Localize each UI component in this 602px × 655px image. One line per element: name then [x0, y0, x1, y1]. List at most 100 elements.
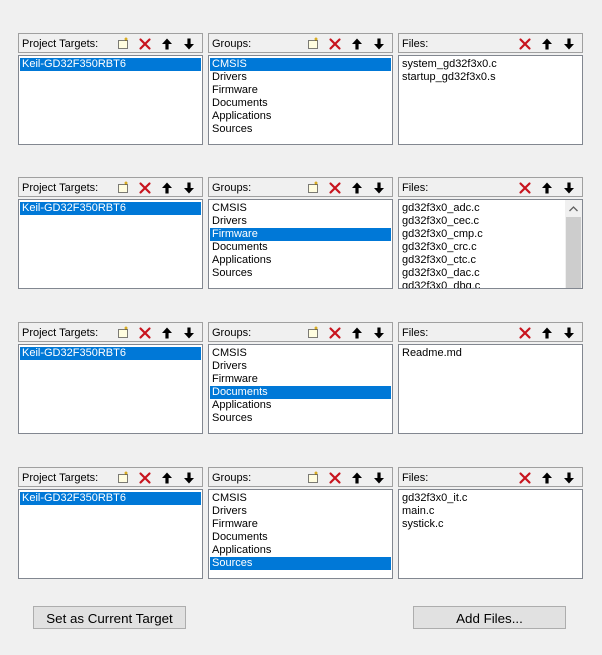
file-item[interactable]: gd32f3x0_dbg.c — [400, 280, 565, 288]
move-up-button[interactable] — [347, 35, 367, 52]
move-down-button[interactable] — [369, 35, 389, 52]
move-down-button[interactable] — [559, 469, 579, 486]
move-up-button[interactable] — [347, 179, 367, 196]
files-listbox[interactable]: Readme.md — [398, 344, 583, 434]
group-item[interactable]: Applications — [210, 544, 391, 557]
move-down-button[interactable] — [179, 179, 199, 196]
files-listbox[interactable]: system_gd32f3x0.c startup_gd32f3x0.s — [398, 55, 583, 145]
delete-button[interactable] — [515, 35, 535, 52]
groups-listbox[interactable]: CMSIS Drivers Firmware Documents Application… — [208, 344, 393, 434]
move-down-button[interactable] — [179, 324, 199, 341]
move-up-button[interactable] — [347, 469, 367, 486]
group-item[interactable]: Drivers — [210, 215, 391, 228]
move-down-button[interactable] — [559, 324, 579, 341]
group-item[interactable]: Firmware — [210, 228, 391, 241]
new-item-button[interactable] — [303, 179, 323, 196]
target-item[interactable]: Keil-GD32F350RBT6 — [20, 58, 201, 71]
targets-listbox[interactable]: Keil-GD32F350RBT6 — [18, 344, 203, 434]
new-item-button[interactable] — [113, 179, 133, 196]
groups-listbox[interactable]: CMSIS Drivers Firmware Documents Application… — [208, 199, 393, 289]
move-down-button[interactable] — [179, 469, 199, 486]
groups-listbox[interactable]: CMSIS Drivers Firmware Documents Application… — [208, 55, 393, 145]
delete-button[interactable] — [325, 35, 345, 52]
files-listbox[interactable]: gd32f3x0_adc.c gd32f3x0_cec.c gd32f3x0_cmp… — [398, 199, 583, 289]
targets-listbox[interactable]: Keil-GD32F350RBT6 — [18, 489, 203, 579]
target-item[interactable]: Keil-GD32F350RBT6 — [20, 492, 201, 505]
group-item[interactable]: Applications — [210, 110, 391, 123]
group-item[interactable]: Sources — [210, 412, 391, 425]
delete-button[interactable] — [325, 324, 345, 341]
group-item[interactable]: Documents — [210, 97, 391, 110]
new-item-button[interactable] — [303, 324, 323, 341]
delete-button[interactable] — [515, 179, 535, 196]
move-up-button[interactable] — [157, 324, 177, 341]
delete-button[interactable] — [135, 324, 155, 341]
file-item[interactable]: gd32f3x0_dac.c — [400, 267, 565, 280]
group-item[interactable]: Applications — [210, 399, 391, 412]
targets-listbox[interactable]: Keil-GD32F350RBT6 — [18, 199, 203, 289]
move-up-button[interactable] — [537, 35, 557, 52]
move-up-button[interactable] — [157, 469, 177, 486]
group-item[interactable]: Sources — [210, 267, 391, 280]
file-item[interactable]: startup_gd32f3x0.s — [400, 71, 581, 84]
group-item[interactable]: Sources — [210, 557, 391, 570]
files-listbox[interactable]: gd32f3x0_it.c main.c systick.c — [398, 489, 583, 579]
delete-button[interactable] — [135, 469, 155, 486]
delete-button[interactable] — [325, 469, 345, 486]
new-item-button[interactable] — [113, 324, 133, 341]
group-item[interactable]: CMSIS — [210, 492, 391, 505]
delete-button[interactable] — [135, 35, 155, 52]
group-item[interactable]: CMSIS — [210, 347, 391, 360]
file-item[interactable]: gd32f3x0_crc.c — [400, 241, 565, 254]
delete-button[interactable] — [515, 324, 535, 341]
files-scrollbar[interactable] — [565, 200, 582, 288]
file-item[interactable]: system_gd32f3x0.c — [400, 58, 581, 71]
group-item[interactable]: CMSIS — [210, 58, 391, 71]
new-item-button[interactable] — [113, 35, 133, 52]
move-down-button[interactable] — [559, 179, 579, 196]
scroll-up-arrow-icon[interactable] — [565, 200, 582, 217]
add-files-button[interactable]: Add Files... — [413, 606, 566, 629]
target-item[interactable]: Keil-GD32F350RBT6 — [20, 202, 201, 215]
group-item[interactable]: Documents — [210, 386, 391, 399]
new-item-button[interactable] — [303, 35, 323, 52]
move-up-button[interactable] — [537, 469, 557, 486]
file-item[interactable]: gd32f3x0_it.c — [400, 492, 581, 505]
move-up-button[interactable] — [157, 179, 177, 196]
set-current-target-button[interactable]: Set as Current Target — [33, 606, 186, 629]
move-up-button[interactable] — [537, 179, 557, 196]
move-down-button[interactable] — [369, 324, 389, 341]
target-item[interactable]: Keil-GD32F350RBT6 — [20, 347, 201, 360]
move-down-button[interactable] — [559, 35, 579, 52]
file-item[interactable]: main.c — [400, 505, 581, 518]
new-item-button[interactable] — [113, 469, 133, 486]
group-item[interactable]: Documents — [210, 531, 391, 544]
group-item[interactable]: Documents — [210, 241, 391, 254]
move-down-button[interactable] — [369, 469, 389, 486]
group-item[interactable]: Applications — [210, 254, 391, 267]
file-item[interactable]: gd32f3x0_adc.c — [400, 202, 565, 215]
group-item[interactable]: Sources — [210, 123, 391, 136]
move-down-button[interactable] — [179, 35, 199, 52]
delete-button[interactable] — [515, 469, 535, 486]
move-up-button[interactable] — [157, 35, 177, 52]
file-item[interactable]: gd32f3x0_cmp.c — [400, 228, 565, 241]
new-item-button[interactable] — [303, 469, 323, 486]
group-item[interactable]: Firmware — [210, 84, 391, 97]
group-item[interactable]: CMSIS — [210, 202, 391, 215]
targets-listbox[interactable]: Keil-GD32F350RBT6 — [18, 55, 203, 145]
group-item[interactable]: Drivers — [210, 505, 391, 518]
move-down-button[interactable] — [369, 179, 389, 196]
move-up-button[interactable] — [347, 324, 367, 341]
scrollbar-thumb[interactable] — [566, 217, 581, 288]
file-item[interactable]: Readme.md — [400, 347, 581, 360]
group-item[interactable]: Drivers — [210, 71, 391, 84]
delete-button[interactable] — [325, 179, 345, 196]
groups-listbox[interactable]: CMSIS Drivers Firmware Documents Application… — [208, 489, 393, 579]
move-up-button[interactable] — [537, 324, 557, 341]
group-item[interactable]: Firmware — [210, 518, 391, 531]
group-item[interactable]: Drivers — [210, 360, 391, 373]
delete-button[interactable] — [135, 179, 155, 196]
file-item[interactable]: gd32f3x0_ctc.c — [400, 254, 565, 267]
file-item[interactable]: systick.c — [400, 518, 581, 531]
